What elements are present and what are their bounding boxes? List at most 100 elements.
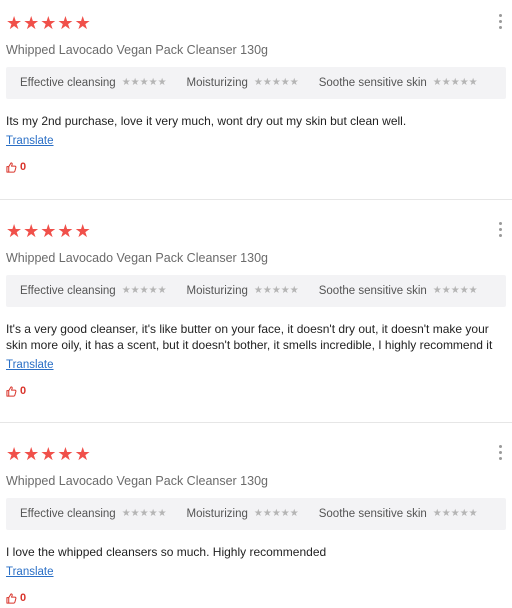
more-vertical-icon[interactable] [498,14,502,29]
attribute-label: Moisturizing [186,508,248,520]
attribute-stars: ★ ★ ★ ★ ★ [122,509,167,519]
attribute-stars: ★ ★ ★ ★ ★ [433,78,478,88]
attribute-moisturizing: Moisturizing ★ ★ ★ ★ ★ [187,508,299,520]
attribute-label: Soothe sensitive skin [318,285,427,297]
star-icon: ★ [148,508,158,519]
star-icon: ★ [280,508,290,519]
translate-link[interactable]: Translate [6,359,54,371]
like-button[interactable]: 0 [6,384,506,398]
star-icon: ★ [130,77,140,88]
star-icon: ★ [289,77,299,88]
star-icon: ★ [157,77,167,88]
star-icon: ★ [121,285,131,296]
star-icon: ★ [253,285,263,296]
star-icon: ★ [450,508,460,519]
star-icon: ★ [289,285,299,296]
like-count: 0 [20,592,27,604]
attribute-soothe-sensitive-skin: Soothe sensitive skin ★ ★ ★ ★ ★ [319,285,478,297]
star-icon: ★ [441,508,451,519]
like-count: 0 [20,161,27,173]
star-icon: ★ [450,77,460,88]
attribute-stars: ★ ★ ★ ★ ★ [254,78,299,88]
star-icon: ★ [432,508,442,519]
star-icon: ★ [450,285,460,296]
star-icon: ★ [148,77,158,88]
star-icon: ★ [74,444,91,464]
like-button[interactable]: 0 [6,160,506,174]
star-icon: ★ [121,508,131,519]
thumbs-up-icon [6,161,17,173]
rating-stars: ★ ★ ★ ★ ★ [6,443,506,465]
star-icon: ★ [468,285,478,296]
attribute-ratings: Effective cleansing ★ ★ ★ ★ ★ Moisturizing ★… [6,67,506,99]
attribute-stars: ★ ★ ★ ★ ★ [122,286,167,296]
review-item: ★ ★ ★ ★ ★ Whipped Lavocado Vegan Pack Cl… [0,422,512,608]
translate-link[interactable]: Translate [6,566,54,578]
star-icon: ★ [139,285,149,296]
attribute-stars: ★ ★ ★ ★ ★ [254,509,299,519]
star-icon: ★ [262,77,272,88]
rating-stars: ★ ★ ★ ★ ★ [6,12,506,34]
star-icon: ★ [459,508,469,519]
star-icon: ★ [6,13,23,33]
thumbs-up-icon [6,385,17,397]
attribute-effective-cleansing: Effective cleansing ★ ★ ★ ★ ★ [20,77,167,89]
star-icon: ★ [253,508,263,519]
attribute-label: Effective cleansing [20,77,116,89]
attribute-ratings: Effective cleansing ★ ★ ★ ★ ★ Moisturizing ★… [6,275,506,307]
star-icon: ★ [57,13,74,33]
attribute-effective-cleansing: Effective cleansing ★ ★ ★ ★ ★ [20,508,167,520]
star-icon: ★ [280,77,290,88]
attribute-label: Effective cleansing [20,285,116,297]
review-item: ★ ★ ★ ★ ★ Whipped Lavocado Vegan Pack Cl… [0,0,512,199]
review-text: I love the whipped cleansers so much. Hi… [6,545,327,559]
star-icon: ★ [40,221,57,241]
review-item: ★ ★ ★ ★ ★ Whipped Lavocado Vegan Pack Cl… [0,199,512,422]
star-icon: ★ [57,221,74,241]
like-button[interactable]: 0 [6,591,506,605]
star-icon: ★ [6,221,23,241]
product-name: Whipped Lavocado Vegan Pack Cleanser 130… [6,43,268,57]
attribute-label: Moisturizing [186,285,248,297]
translate-link[interactable]: Translate [6,135,54,147]
star-icon: ★ [74,221,91,241]
star-icon: ★ [271,77,281,88]
star-icon: ★ [289,508,299,519]
star-icon: ★ [468,508,478,519]
star-icon: ★ [157,285,167,296]
review-text: It's a very good cleanser, it's like but… [6,322,493,352]
star-icon: ★ [139,77,149,88]
more-vertical-icon[interactable] [498,222,502,237]
thumbs-up-icon [6,592,17,604]
attribute-effective-cleansing: Effective cleansing ★ ★ ★ ★ ★ [20,285,167,297]
star-icon: ★ [121,77,131,88]
star-icon: ★ [57,444,74,464]
star-icon: ★ [23,13,40,33]
star-icon: ★ [130,285,140,296]
more-vertical-icon[interactable] [498,445,502,460]
star-icon: ★ [432,285,442,296]
star-icon: ★ [139,508,149,519]
attribute-label: Soothe sensitive skin [318,508,427,520]
product-name: Whipped Lavocado Vegan Pack Cleanser 130… [6,474,268,488]
star-icon: ★ [130,508,140,519]
star-icon: ★ [74,13,91,33]
attribute-stars: ★ ★ ★ ★ ★ [122,78,167,88]
star-icon: ★ [6,444,23,464]
star-icon: ★ [441,285,451,296]
attribute-label: Effective cleansing [20,508,116,520]
star-icon: ★ [157,508,167,519]
star-icon: ★ [23,221,40,241]
attribute-stars: ★ ★ ★ ★ ★ [433,286,478,296]
star-icon: ★ [432,77,442,88]
attribute-stars: ★ ★ ★ ★ ★ [433,509,478,519]
attribute-soothe-sensitive-skin: Soothe sensitive skin ★ ★ ★ ★ ★ [319,508,478,520]
attribute-ratings: Effective cleansing ★ ★ ★ ★ ★ Moisturizing ★… [6,498,506,530]
star-icon: ★ [459,285,469,296]
attribute-label: Moisturizing [186,77,248,89]
attribute-moisturizing: Moisturizing ★ ★ ★ ★ ★ [187,285,299,297]
star-icon: ★ [280,285,290,296]
star-icon: ★ [271,285,281,296]
star-icon: ★ [23,444,40,464]
like-count: 0 [20,385,27,397]
